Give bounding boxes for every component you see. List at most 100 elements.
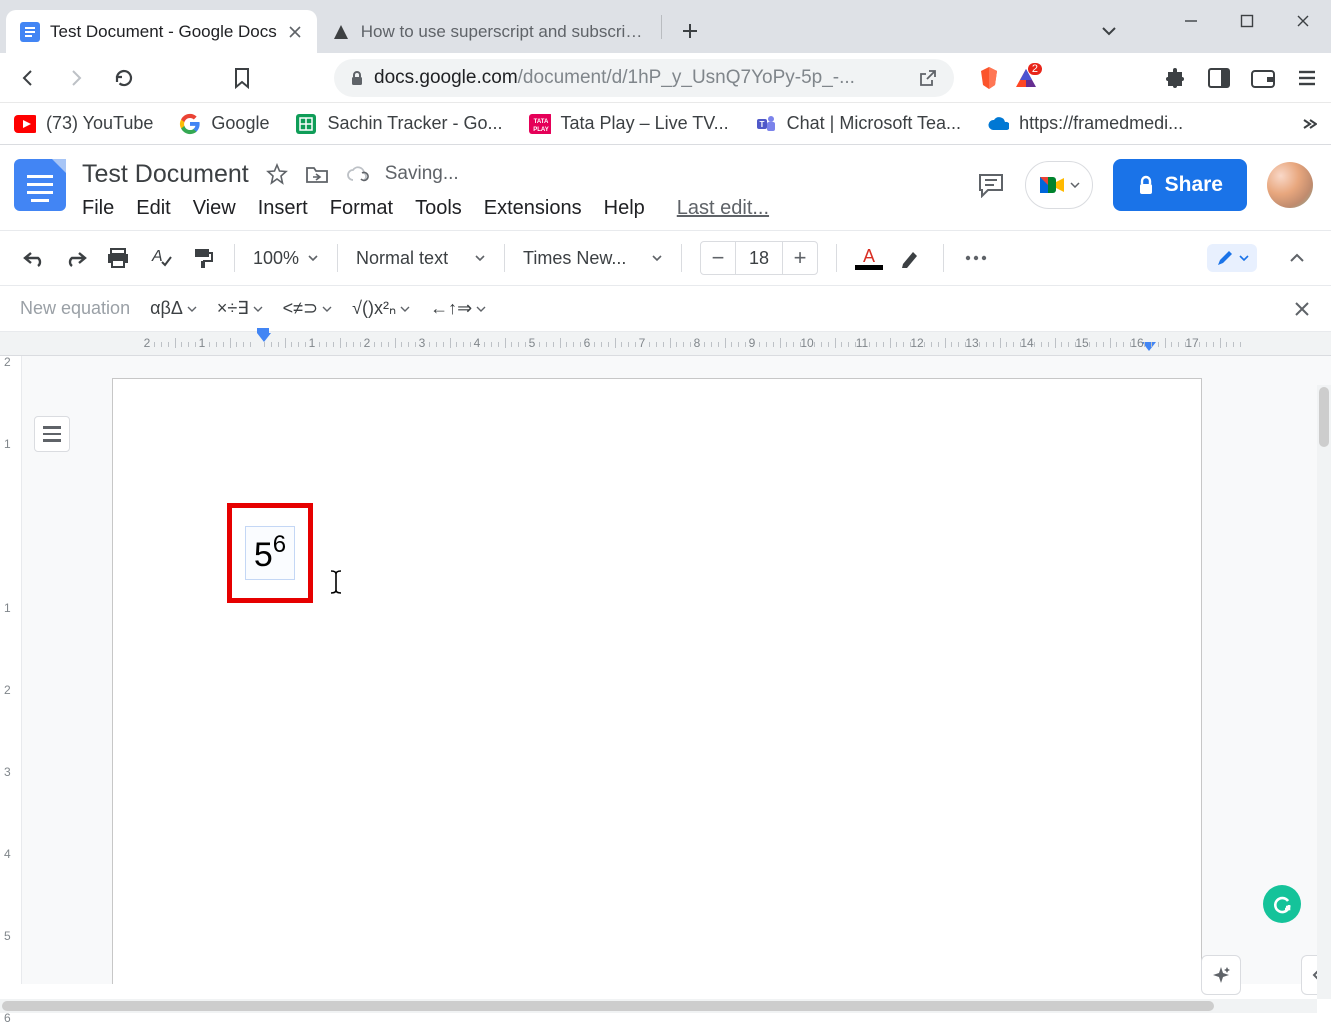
minimize-button[interactable] <box>1163 0 1219 42</box>
lock-icon <box>1137 175 1155 195</box>
vertical-ruler[interactable]: 21123456 <box>0 356 22 984</box>
bookmark-youtube[interactable]: (73) YouTube <box>14 113 153 135</box>
font-size-control: − 18 + <box>700 241 818 275</box>
star-icon[interactable] <box>265 162 289 186</box>
close-equation-toolbar[interactable] <box>1293 300 1311 318</box>
brave-shield-icon[interactable] <box>978 65 1000 91</box>
share-button[interactable]: Share <box>1113 159 1247 211</box>
canvas-area: 21123456 56 <box>0 356 1331 984</box>
bookmark-button[interactable] <box>226 62 258 94</box>
redo-button[interactable] <box>62 242 90 274</box>
reload-button[interactable] <box>108 62 140 94</box>
new-tab-button[interactable] <box>672 13 708 49</box>
zoom-select[interactable]: 100% <box>253 248 319 269</box>
saving-status: Saving... <box>385 163 459 185</box>
decrease-font-button[interactable]: − <box>701 245 735 271</box>
address-bar[interactable]: docs.google.com/document/d/1hP_y_UsnQ7Yo… <box>334 59 954 97</box>
menu-insert[interactable]: Insert <box>258 197 308 220</box>
explore-button[interactable] <box>1201 955 1241 995</box>
close-window-button[interactable] <box>1275 0 1331 42</box>
eq-math-menu[interactable]: √()x²ₙ <box>352 298 410 319</box>
editing-mode-button[interactable] <box>1207 244 1257 272</box>
maximize-button[interactable] <box>1219 0 1275 42</box>
paragraph-style-select[interactable]: Normal text <box>356 248 486 269</box>
text-cursor-icon <box>329 569 343 595</box>
extensions-icon[interactable] <box>1163 66 1187 90</box>
svg-text:T: T <box>759 120 764 129</box>
more-toolbar-button[interactable] <box>962 242 990 274</box>
lock-icon <box>350 70 364 86</box>
bookmark-sheets[interactable]: Sachin Tracker - Go... <box>295 113 502 135</box>
bookmarks-overflow[interactable] <box>1299 117 1317 131</box>
sidepanel-icon[interactable] <box>1207 66 1231 90</box>
docs-header: Test Document Saving... File Edit View I… <box>0 145 1331 220</box>
menu-view[interactable]: View <box>193 197 236 220</box>
eq-relations-menu[interactable]: <≠⊃ <box>283 298 332 319</box>
equation-highlight: 56 <box>227 503 313 603</box>
back-button[interactable] <box>12 62 44 94</box>
font-select[interactable]: Times New... <box>523 248 663 269</box>
svg-text:A: A <box>863 247 875 265</box>
document-title[interactable]: Test Document <box>82 160 249 189</box>
share-url-icon[interactable] <box>918 68 938 88</box>
grammarly-icon[interactable] <box>1263 885 1301 923</box>
move-icon[interactable] <box>305 162 329 186</box>
bookmark-onedrive[interactable]: https://framedmedi... <box>987 113 1183 135</box>
docs-favicon <box>20 22 40 42</box>
svg-text:TATA: TATA <box>533 119 548 125</box>
site-favicon <box>331 22 351 42</box>
menu-file[interactable]: File <box>82 197 114 220</box>
equation-toolbar: New equation αβΔ ×÷∃ <≠⊃ √()x²ₙ ←↑⇒ <box>0 286 1331 332</box>
horizontal-ruler[interactable]: 211234567891011121314151617 <box>0 332 1331 356</box>
spellcheck-button[interactable]: A <box>146 242 174 274</box>
meet-button[interactable] <box>1025 161 1093 209</box>
address-extensions: 2 <box>978 65 1038 91</box>
collapse-toolbar-button[interactable] <box>1283 242 1311 274</box>
bookmark-tataplay[interactable]: TATAPLAYTata Play – Live TV... <box>529 113 729 135</box>
print-button[interactable] <box>104 242 132 274</box>
eq-arrows-menu[interactable]: ←↑⇒ <box>430 298 486 319</box>
bookmark-teams[interactable]: TChat | Microsoft Tea... <box>755 113 961 135</box>
wallet-icon[interactable] <box>1251 66 1275 90</box>
browser-tab-inactive[interactable]: How to use superscript and subscript i <box>317 10 657 53</box>
eq-operators-menu[interactable]: ×÷∃ <box>217 298 263 319</box>
font-size-value[interactable]: 18 <box>735 242 783 274</box>
increase-font-button[interactable]: + <box>783 245 817 271</box>
menu-help[interactable]: Help <box>604 197 645 220</box>
main-toolbar: A 100% Normal text Times New... − 18 + A <box>0 230 1331 286</box>
undo-button[interactable] <box>20 242 48 274</box>
highlight-button[interactable] <box>897 242 925 274</box>
window-controls <box>1163 0 1331 42</box>
horizontal-scrollbar[interactable] <box>0 999 1317 1013</box>
address-row: docs.google.com/document/d/1hP_y_UsnQ7Yo… <box>0 53 1331 103</box>
equation-content[interactable]: 56 <box>245 526 295 580</box>
docs-logo[interactable] <box>14 159 66 211</box>
menu-icon[interactable] <box>1295 66 1319 90</box>
document-page[interactable]: 56 <box>112 378 1202 984</box>
paint-format-button[interactable] <box>188 242 216 274</box>
last-edit[interactable]: Last edit... <box>677 197 769 220</box>
tab-search-button[interactable] <box>1087 13 1131 49</box>
svg-text:PLAY: PLAY <box>533 127 548 133</box>
url-text: docs.google.com/document/d/1hP_y_UsnQ7Yo… <box>374 67 855 89</box>
brave-rewards-icon[interactable]: 2 <box>1014 67 1038 89</box>
new-equation-label[interactable]: New equation <box>20 298 130 319</box>
bookmark-google[interactable]: Google <box>179 113 269 135</box>
tab-title: Test Document - Google Docs <box>50 22 277 42</box>
tab-strip: Test Document - Google Docs How to use s… <box>0 0 1331 53</box>
menu-edit[interactable]: Edit <box>136 197 170 220</box>
close-tab-icon[interactable] <box>287 24 303 40</box>
text-color-button[interactable]: A <box>855 242 883 274</box>
vertical-scrollbar[interactable] <box>1317 385 1331 999</box>
menu-tools[interactable]: Tools <box>415 197 462 220</box>
forward-button[interactable] <box>60 62 92 94</box>
comments-icon[interactable] <box>977 171 1005 199</box>
menu-format[interactable]: Format <box>330 197 393 220</box>
menu-extensions[interactable]: Extensions <box>484 197 582 220</box>
account-avatar[interactable] <box>1267 162 1313 208</box>
browser-tab-active[interactable]: Test Document - Google Docs <box>6 10 317 53</box>
svg-text:A: A <box>151 248 163 265</box>
menu-bar: File Edit View Insert Format Tools Exten… <box>82 197 961 220</box>
cloud-sync-icon[interactable] <box>345 162 369 186</box>
eq-greek-menu[interactable]: αβΔ <box>150 298 197 319</box>
